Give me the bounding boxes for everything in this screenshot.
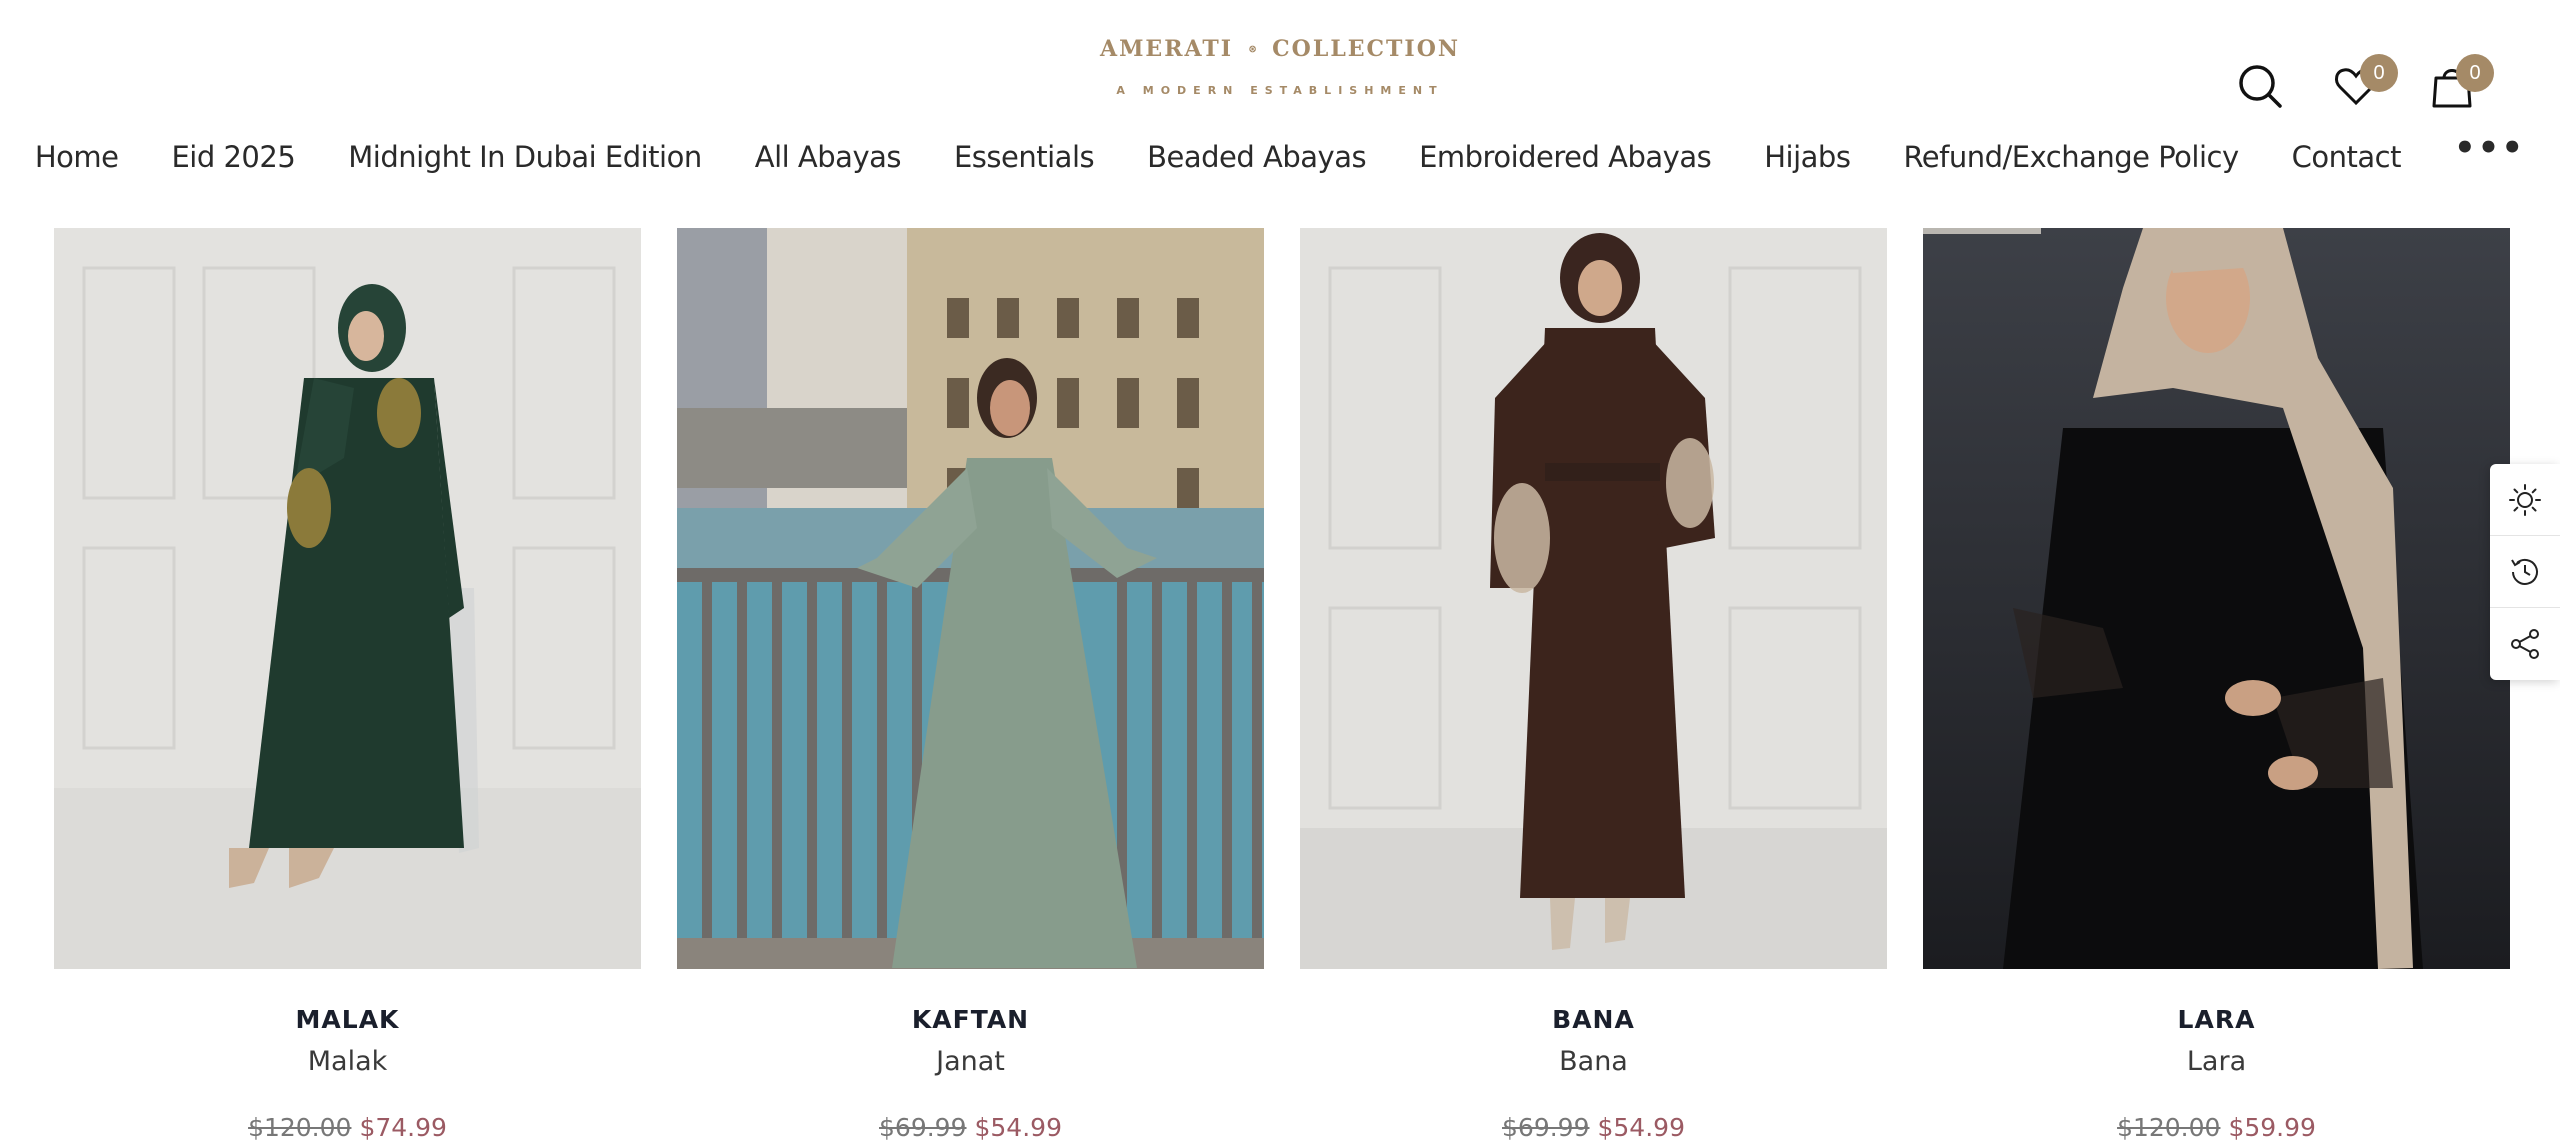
original-price: $120.00 xyxy=(248,1113,352,1142)
logo-emblem-icon xyxy=(1249,45,1256,53)
original-price: $69.99 xyxy=(879,1113,967,1142)
product-subtitle: Malak xyxy=(307,1046,388,1077)
product-price: $120.00 $59.99 xyxy=(1923,1113,2510,1142)
product-subtitle: Bana xyxy=(1559,1046,1628,1077)
cart-count-badge: 0 xyxy=(2456,54,2494,92)
nav-contact[interactable]: Contact xyxy=(2292,140,2402,174)
site-logo[interactable]: AMERATI COLLECTION A MODERN ESTABLISHMEN… xyxy=(1100,34,1460,114)
product-card[interactable]: MALAK Malak $120.00 $74.99 xyxy=(54,228,641,1142)
product-card[interactable]: BANA Bana $69.99 $54.99 xyxy=(1300,228,1887,1142)
product-title[interactable]: BANA xyxy=(1300,1005,1887,1034)
share-button[interactable] xyxy=(2490,608,2560,680)
main-nav: Home Eid 2025 Midnight In Dubai Edition … xyxy=(0,128,2560,174)
product-price: $120.00 $74.99 xyxy=(54,1113,641,1142)
product-photo-lara xyxy=(1923,228,2510,969)
nav-midnight-in-dubai[interactable]: Midnight In Dubai Edition xyxy=(348,140,702,174)
logo-right-word: COLLECTION xyxy=(1272,36,1460,62)
sun-icon xyxy=(2509,483,2541,516)
nav-essentials[interactable]: Essentials xyxy=(954,140,1095,174)
product-title[interactable]: MALAK xyxy=(54,1005,641,1034)
product-image[interactable] xyxy=(54,228,641,969)
product-photo-bana xyxy=(1300,228,1887,969)
sale-price: $54.99 xyxy=(1597,1113,1685,1142)
original-price: $120.00 xyxy=(2117,1113,2221,1142)
wishlist-button[interactable]: 0 xyxy=(2328,54,2398,114)
nav-embroidered-abayas[interactable]: Embroidered Abayas xyxy=(1419,140,1712,174)
product-price: $69.99 $54.99 xyxy=(1300,1113,1887,1142)
product-grid: MALAK Malak $120.00 $74.99 KAFTAN Janat … xyxy=(54,228,2510,1142)
nav-hijabs[interactable]: Hijabs xyxy=(1764,140,1851,174)
search-button[interactable] xyxy=(2232,58,2288,114)
product-image[interactable] xyxy=(1300,228,1887,969)
wishlist-count-badge: 0 xyxy=(2360,54,2398,92)
floating-tools-panel xyxy=(2490,464,2560,680)
nav-more-menu[interactable]: ••• xyxy=(2454,128,2525,168)
search-icon xyxy=(2239,65,2282,108)
product-image[interactable] xyxy=(677,228,1264,969)
sale-price: $54.99 xyxy=(974,1113,1062,1142)
share-icon xyxy=(2511,629,2539,659)
product-photo-kaftan xyxy=(677,228,1264,969)
product-title[interactable]: KAFTAN xyxy=(677,1005,1264,1034)
original-price: $69.99 xyxy=(1502,1113,1590,1142)
nav-eid-2025[interactable]: Eid 2025 xyxy=(171,140,295,174)
theme-toggle-button[interactable] xyxy=(2490,464,2560,536)
header-icons: 0 0 xyxy=(2232,54,2494,114)
nav-home[interactable]: Home xyxy=(35,140,119,174)
product-card[interactable]: KAFTAN Janat $69.99 $54.99 xyxy=(677,228,1264,1142)
sale-price: $74.99 xyxy=(359,1113,447,1142)
logo-left-word: AMERATI xyxy=(1100,36,1234,62)
product-image[interactable] xyxy=(1923,228,2510,969)
logo-tagline: A MODERN ESTABLISHMENT xyxy=(1116,84,1444,97)
nav-beaded-abayas[interactable]: Beaded Abayas xyxy=(1147,140,1366,174)
product-price: $69.99 $54.99 xyxy=(677,1113,1264,1142)
product-card[interactable]: LARA Lara $120.00 $59.99 xyxy=(1923,228,2510,1142)
nav-refund-exchange-policy[interactable]: Refund/Exchange Policy xyxy=(1903,140,2239,174)
product-subtitle: Janat xyxy=(936,1046,1005,1077)
product-subtitle: Lara xyxy=(2186,1046,2247,1077)
recently-viewed-button[interactable] xyxy=(2490,536,2560,608)
product-title[interactable]: LARA xyxy=(1923,1005,2510,1034)
history-icon xyxy=(2511,558,2538,585)
nav-all-abayas[interactable]: All Abayas xyxy=(755,140,902,174)
cart-button[interactable]: 0 xyxy=(2424,54,2494,114)
sale-price: $59.99 xyxy=(2228,1113,2316,1142)
product-photo-malak xyxy=(54,228,641,969)
